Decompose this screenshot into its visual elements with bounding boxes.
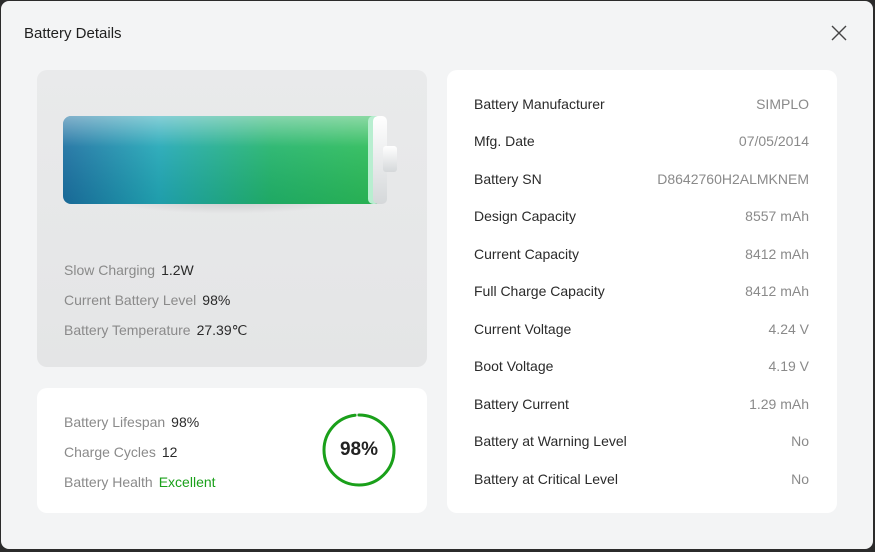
detail-row: Boot Voltage 4.19 V [474, 358, 809, 378]
close-button[interactable] [827, 21, 851, 45]
detail-label: Boot Voltage [474, 358, 554, 374]
detail-value: D8642760H2ALMKNEM [657, 171, 809, 187]
detail-value: 07/05/2014 [738, 133, 809, 149]
detail-value: 1.29 mAh [749, 396, 809, 412]
detail-label: Battery Manufacturer [474, 96, 605, 112]
battery-icon [63, 116, 397, 204]
dialog-title: Battery Details [24, 25, 122, 42]
detail-label: Battery SN [474, 171, 542, 187]
detail-row: Design Capacity 8557 mAh [474, 208, 809, 228]
charging-row: Slow Charging 1.2W [64, 262, 194, 278]
battery-level-row: Current Battery Level 98% [64, 292, 231, 308]
charging-value: 1.2W [161, 262, 194, 278]
battery-info-card: Battery Manufacturer SIMPLO Mfg. Date 07/05… [447, 70, 837, 513]
detail-label: Full Charge Capacity [474, 283, 605, 299]
battery-status-list: Slow Charging 1.2W Current Battery Level 9… [64, 260, 247, 350]
health-row: Battery Health Excellent [64, 474, 216, 490]
detail-row: Mfg. Date 07/05/2014 [474, 133, 809, 153]
detail-row: Battery Manufacturer SIMPLO [474, 96, 809, 116]
lifespan-row: Battery Lifespan 98% [64, 414, 200, 430]
detail-label: Design Capacity [474, 208, 576, 224]
battery-illustration [63, 114, 403, 224]
detail-row: Battery at Critical Level No [474, 471, 809, 491]
lifespan-value: 98% [171, 414, 200, 430]
detail-row: Battery at Warning Level No [474, 433, 809, 453]
battery-level-value: 98% [202, 292, 231, 308]
detail-label: Mfg. Date [474, 133, 535, 149]
lifespan-ring: 98% [321, 412, 397, 488]
detail-row: Current Voltage 4.24 V [474, 321, 809, 341]
temperature-value: 27.39℃ [196, 322, 248, 338]
detail-row: Current Capacity 8412 mAh [474, 246, 809, 266]
detail-label: Battery at Critical Level [474, 471, 618, 487]
detail-row: Full Charge Capacity 8412 mAh [474, 283, 809, 303]
detail-row: Battery SN D8642760H2ALMKNEM [474, 171, 809, 191]
close-icon [831, 25, 847, 41]
health-status-value: Excellent [158, 474, 216, 490]
health-list: Battery Lifespan 98% Charge Cycles 12 Batt… [64, 412, 216, 502]
detail-value: No [791, 433, 809, 449]
battery-details-dialog: Battery Details Slow Charging 1.2W Curre… [1, 1, 873, 549]
detail-value: 8412 mAh [745, 283, 809, 299]
detail-value: 8557 mAh [745, 208, 809, 224]
detail-label: Current Voltage [474, 321, 572, 337]
detail-value: SIMPLO [756, 96, 809, 112]
charge-cycles-value: 12 [161, 444, 178, 460]
detail-label: Battery at Warning Level [474, 433, 627, 449]
detail-label: Current Capacity [474, 246, 580, 262]
temperature-row: Battery Temperature 27.39℃ [64, 322, 248, 338]
lifespan-ring-value: 98% [339, 439, 379, 460]
detail-value: 4.19 V [768, 358, 809, 374]
battery-status-card: Slow Charging 1.2W Current Battery Level 9… [37, 70, 427, 367]
charge-cycles-row: Charge Cycles 12 [64, 444, 178, 460]
detail-label: Battery Current [474, 396, 569, 412]
detail-value: 4.24 V [768, 321, 809, 337]
detail-value: No [791, 471, 809, 487]
detail-value: 8412 mAh [745, 246, 809, 262]
detail-row: Battery Current 1.29 mAh [474, 396, 809, 416]
battery-health-card: Battery Lifespan 98% Charge Cycles 12 Batt… [37, 388, 427, 513]
